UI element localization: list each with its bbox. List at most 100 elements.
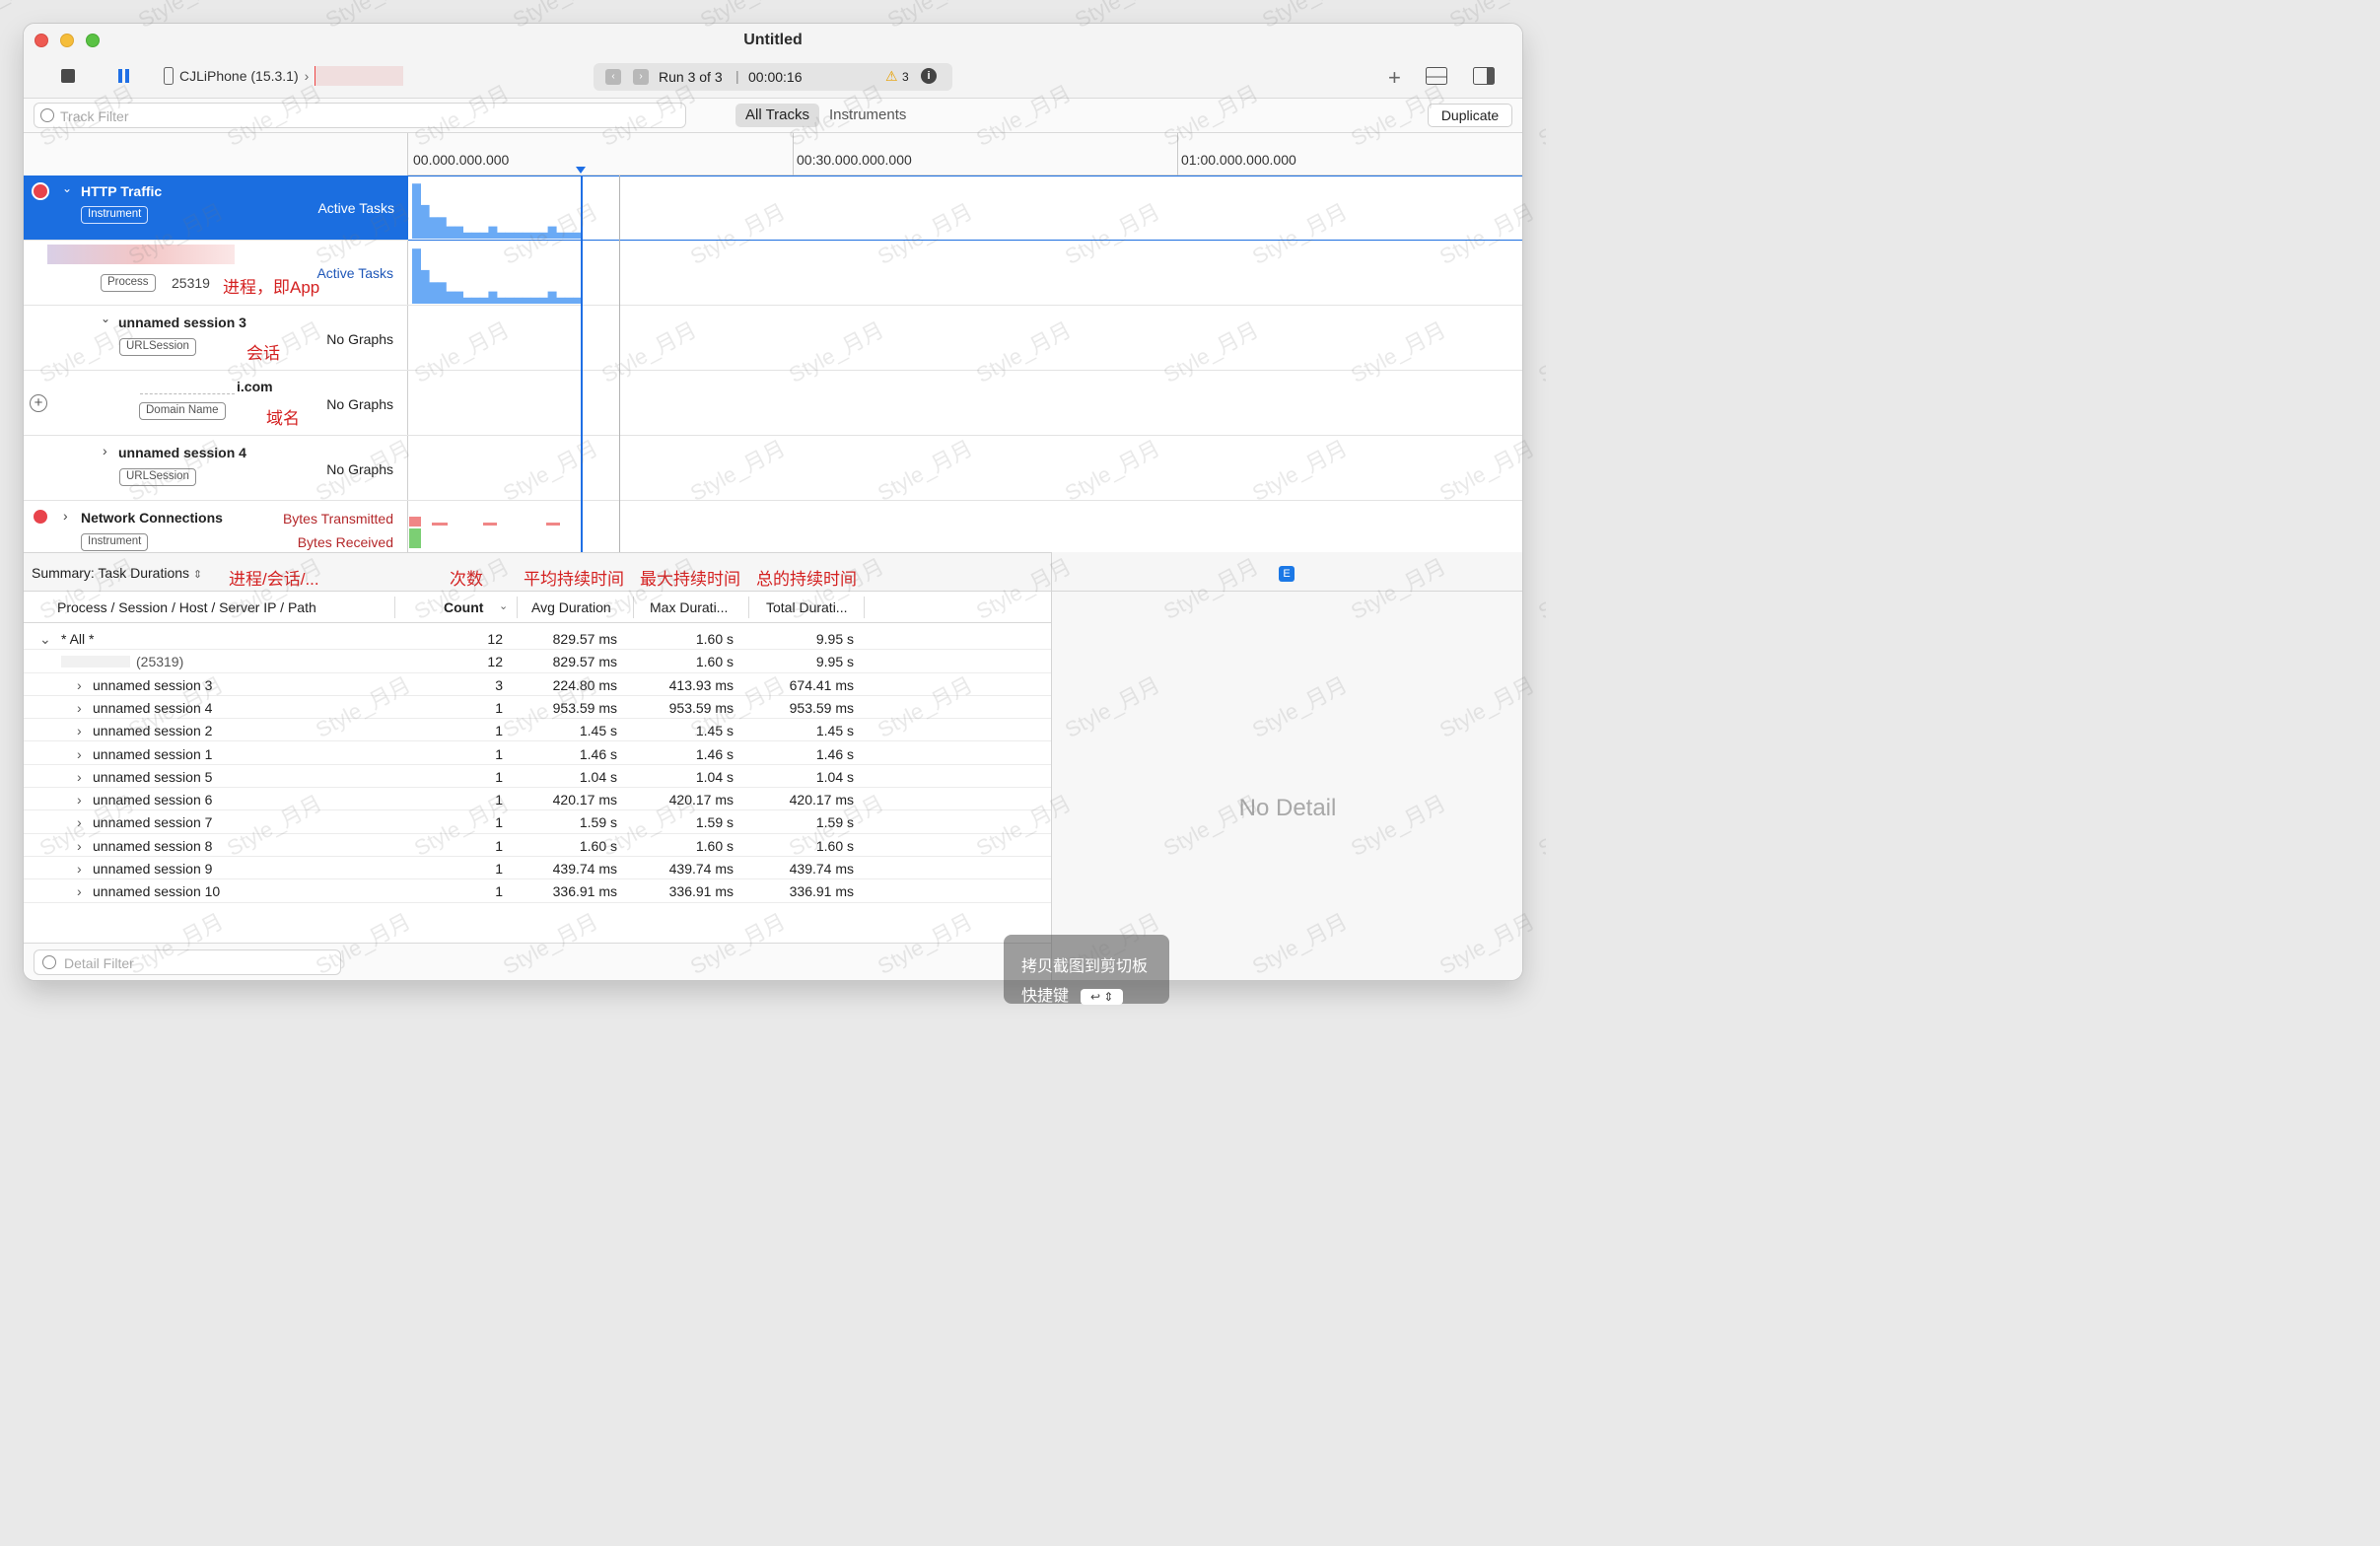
track-session[interactable]: ⌄ unnamed session 3 URLSession 会话 No Gra… [24, 306, 1522, 371]
chevron-right-icon[interactable]: › [77, 883, 82, 899]
chevron-right-icon[interactable]: › [77, 746, 82, 762]
row-name: unnamed session 2 [93, 723, 213, 739]
chevron-right-icon[interactable]: › [103, 443, 107, 458]
extended-detail-icon[interactable]: E [1279, 566, 1295, 582]
row-avg: 1.04 s [579, 768, 617, 785]
row-total: 1.60 s [815, 837, 854, 854]
playhead[interactable] [581, 176, 583, 552]
table-row[interactable]: › unnamed session 3 3 224.80 ms 413.93 ms 674… [24, 673, 1051, 696]
sort-descending-icon[interactable]: ⌄ [499, 599, 508, 612]
toggle-inspector-icon[interactable] [1473, 67, 1495, 89]
row-count: 12 [487, 631, 503, 647]
table-row[interactable]: › unnamed session 8 1 1.60 s 1.60 s 1.60 s [24, 834, 1051, 857]
annotation-count: 次数 [450, 570, 483, 589]
chevron-right-icon[interactable]: › [77, 677, 82, 693]
track-process[interactable]: Process 25319 进程，即App Active Tasks [24, 241, 1522, 306]
track-session[interactable]: › unnamed session 4 URLSession No Graphs [24, 436, 1522, 501]
chevron-down-icon[interactable]: ⌄ [62, 181, 72, 195]
tab-instruments[interactable]: Instruments [819, 104, 916, 127]
track-http-traffic[interactable]: ⌄ HTTP Traffic Instrument Active Tasks [24, 176, 1522, 241]
run-label: Run 3 of 3 [659, 69, 723, 85]
track-type-badge[interactable]: URLSession [119, 468, 196, 486]
window-title: Untitled [743, 32, 803, 48]
row-max: 1.45 s [695, 723, 734, 739]
table-row[interactable]: › unnamed session 1 1 1.46 s 1.46 s 1.46 s [24, 742, 1051, 765]
previous-run-button[interactable]: ‹ [605, 69, 621, 85]
table-row[interactable]: › unnamed session 6 1 420.17 ms 420.17 ms 420… [24, 788, 1051, 811]
chevron-right-icon[interactable]: › [77, 700, 82, 716]
column-avg-duration[interactable]: Avg Duration [531, 599, 611, 615]
annotation-max: 最大持续时间 [640, 570, 740, 589]
track-filter-input[interactable]: Track Filter [34, 103, 686, 128]
row-name: unnamed session 5 [93, 768, 213, 785]
table-row[interactable]: › unnamed session 4 1 953.59 ms 953.59 ms 953… [24, 696, 1051, 720]
row-max: 439.74 ms [668, 861, 734, 877]
graph-bar [556, 232, 566, 239]
tab-all-tracks[interactable]: All Tracks [735, 104, 820, 127]
filter-icon [42, 955, 56, 969]
filter-icon [40, 108, 54, 122]
row-max: 413.93 ms [668, 676, 734, 693]
next-run-button[interactable]: › [633, 69, 649, 85]
column-max-duration[interactable]: Max Durati... [650, 599, 728, 615]
table-row[interactable]: ⌄ * All * 12 829.57 ms 1.60 s 9.95 s [24, 627, 1051, 651]
chevron-right-icon[interactable]: › [77, 814, 82, 830]
chevron-right-icon[interactable]: › [77, 723, 82, 738]
track-type-badge[interactable]: Instrument [81, 533, 149, 551]
stop-icon[interactable] [61, 69, 75, 83]
row-max: 1.59 s [695, 814, 734, 831]
table-row[interactable]: › unnamed session 10 1 336.91 ms 336.91 ms 33… [24, 879, 1051, 903]
chevron-right-icon[interactable]: › [63, 508, 68, 524]
row-name: unnamed session 10 [93, 883, 221, 900]
graph-bar [488, 226, 498, 239]
track-type-badge[interactable]: Instrument [81, 206, 149, 224]
track-type-badge[interactable]: Domain Name [139, 402, 226, 420]
table-row[interactable]: (25319) 12 829.57 ms 1.60 s 9.95 s [24, 650, 1051, 673]
add-icon[interactable]: + [30, 394, 47, 412]
column-path[interactable]: Process / Session / Host / Server IP / P… [57, 599, 316, 615]
graph-bar [412, 183, 421, 239]
pause-icon[interactable] [117, 69, 131, 83]
chevron-right-icon[interactable]: › [77, 861, 82, 877]
row-avg: 420.17 ms [552, 792, 617, 808]
column-total-duration[interactable]: Total Durati... [766, 599, 847, 615]
chevron-right-icon[interactable]: › [77, 769, 82, 785]
add-instrument-icon[interactable]: + [1388, 65, 1401, 90]
track-type-badge[interactable]: Process [101, 274, 156, 292]
table-row[interactable]: › unnamed session 7 1 1.59 s 1.59 s 1.59 s [24, 810, 1051, 834]
row-count: 1 [495, 723, 503, 739]
track-type-badge[interactable]: URLSession [119, 338, 196, 356]
row-max: 1.60 s [695, 837, 734, 854]
chevron-right-icon[interactable]: › [77, 838, 82, 854]
column-count[interactable]: Count [444, 599, 483, 615]
toggle-detail-area-icon[interactable] [1426, 67, 1447, 89]
summary-bar: Summary: Task Durations ⇕ 进程/会话/... 次数 平… [24, 552, 1051, 592]
graph-bar [455, 291, 463, 304]
chevron-right-icon[interactable]: › [77, 792, 82, 808]
ruler-tick: 00:30.000.000.000 [797, 152, 912, 168]
domain-redacted [140, 381, 235, 394]
bottom-bar: Detail Filter [24, 943, 1051, 980]
duplicate-button[interactable]: Duplicate [1428, 104, 1512, 127]
track-scope-segmented-control: All Tracks Instruments [735, 104, 916, 127]
chevron-down-icon[interactable]: ⌄ [101, 312, 110, 325]
device-selector[interactable]: CJLiPhone (15.3.1) › [164, 66, 404, 86]
table-row[interactable]: › unnamed session 5 1 1.04 s 1.04 s 1.04 s [24, 765, 1051, 789]
info-icon[interactable]: i [921, 68, 937, 84]
screenshot-toast[interactable]: 拷贝截图到剪切板 快捷键 ↩ ⇕ [1004, 935, 1169, 1005]
chevron-down-icon[interactable]: ⌄ [39, 631, 51, 648]
table-row[interactable]: › unnamed session 9 1 439.74 ms 439.74 ms 439… [24, 857, 1051, 880]
track-name: i.com [237, 379, 273, 394]
playhead-marker[interactable] [576, 167, 586, 174]
summary-selector[interactable]: Summary: Task Durations ⇕ [32, 565, 202, 581]
track-domain[interactable]: + i.com Domain Name 域名 No Graphs [24, 371, 1522, 436]
row-count: 1 [495, 837, 503, 854]
ruler-tick: 01:00.000.000.000 [1181, 152, 1296, 168]
detail-filter-input[interactable]: Detail Filter [34, 949, 341, 975]
track-network-connections[interactable]: › Network Connections Instrument Bytes T… [24, 501, 1522, 552]
warning-icon[interactable]: ⚠ [885, 68, 898, 85]
table-row[interactable]: › unnamed session 2 1 1.45 s 1.45 s 1.45 s [24, 719, 1051, 742]
timeline-ruler[interactable]: 00.000.000.000 00:30.000.000.000 01:00.0… [24, 133, 1522, 176]
row-count: 1 [495, 768, 503, 785]
row-avg: 953.59 ms [552, 699, 617, 716]
